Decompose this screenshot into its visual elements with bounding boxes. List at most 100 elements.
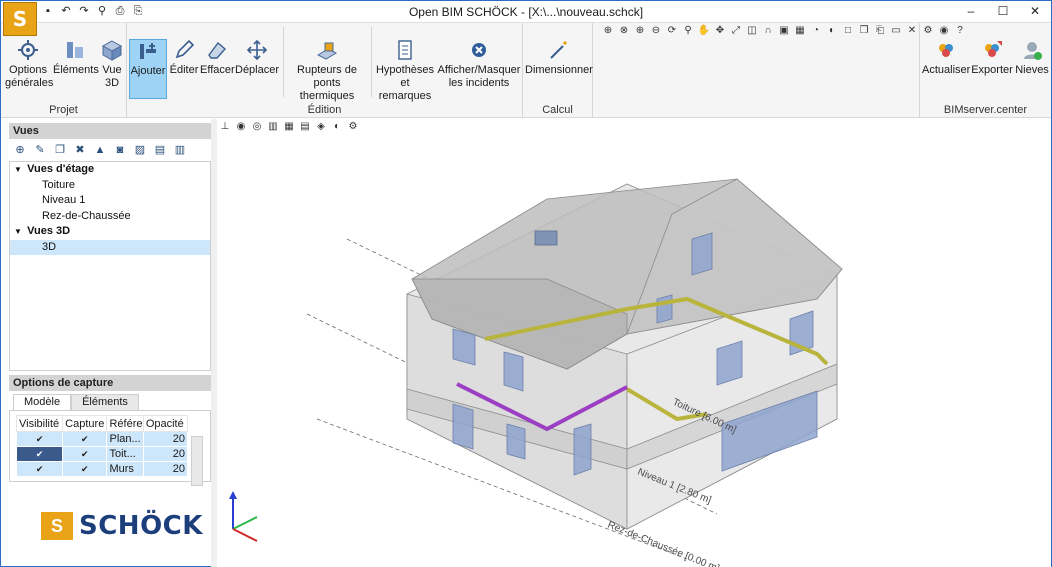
deplacer-label: Déplacer — [235, 64, 280, 76]
exporter-button[interactable]: Exporter — [970, 39, 1014, 77]
elements-button[interactable]: Éléments — [53, 39, 99, 77]
table-scrollbar[interactable] — [191, 436, 203, 486]
delete-view-icon[interactable]: ✖ — [71, 141, 89, 159]
elements-icon — [67, 42, 83, 58]
tree-item-rez-de-chaussee[interactable]: Rez-de-Chaussée — [10, 209, 210, 225]
thermal-break-icon — [316, 42, 338, 60]
column-header[interactable]: Visibilité — [15, 415, 64, 432]
nieves-label: Nieves — [1015, 64, 1049, 76]
rupteurs-button[interactable]: Rupteurs de ponts thermiques — [285, 39, 369, 103]
image-icon[interactable]: ▨ — [131, 141, 149, 159]
measure-icon[interactable]: ◔ — [809, 24, 823, 38]
copy-view-icon[interactable]: ❐ — [51, 141, 69, 159]
hypotheses-button[interactable]: Hypothèses et remarques — [373, 39, 437, 103]
pencil-icon — [175, 39, 195, 59]
camera-icon[interactable]: ◙ — [111, 141, 129, 159]
visibility-checkbox[interactable]: ✔ — [15, 461, 64, 477]
table-row[interactable]: ✔ ✔ Murs 20 — [15, 461, 189, 477]
visibility-checkbox[interactable]: ✔ — [15, 446, 64, 462]
views-tree: ▼ Vues d'étage Toiture Niveau 1 Rez-de-C… — [9, 161, 211, 371]
actualiser-button[interactable]: Actualiser — [922, 39, 970, 77]
separator — [371, 27, 372, 97]
comment-icon[interactable]: ▭ — [889, 24, 903, 38]
bim-export-icon — [985, 41, 1002, 57]
collapse-icon[interactable]: ▼ — [14, 162, 24, 178]
ribbon-group-bimserver: Actualiser Exporter Nieves BIMserver.cen… — [919, 23, 1051, 118]
magic-wand-icon — [550, 41, 567, 59]
opacity-cell[interactable]: 20 — [142, 446, 189, 462]
vue-3d-button[interactable]: Vue 3D — [99, 39, 125, 90]
pan-hand-icon[interactable]: ✋ — [697, 24, 711, 38]
magnet-icon[interactable]: ∩ — [761, 24, 775, 38]
3d-viewport[interactable]: ⊥ ◉ ◎ ▥ ▦ ▤ ◈ ◐ ⚙ Toiture [6.00 m] Nivea… — [217, 119, 1051, 567]
capture-view-icon[interactable]: ▲ — [91, 141, 109, 159]
column-header[interactable]: Opacité — [142, 415, 189, 432]
capture-checkbox[interactable]: ✔ — [62, 461, 108, 477]
tree-item-3d[interactable]: 3D — [10, 239, 210, 255]
separator — [283, 27, 284, 97]
options-generales-button[interactable]: Options générales — [5, 39, 54, 90]
title-bar: S ▪ ↶ ↷ ⚲ ⎙ ⎘ Open BIM SCHÖCK - [X:\...\… — [1, 1, 1051, 36]
capture-table: Visibilité Capture Référence Opacité ✔ ✔… — [15, 415, 189, 477]
nieves-button[interactable]: Nieves — [1014, 39, 1050, 77]
tab-elements[interactable]: Éléments — [71, 394, 139, 410]
table-row[interactable]: ✔ ✔ Plan... 20 — [15, 431, 189, 447]
table-row[interactable]: ✔ ✔ Toit... 20 — [15, 446, 189, 462]
column-header[interactable]: Référence — [106, 415, 144, 432]
zoom-icon[interactable]: ⚲ — [681, 24, 695, 38]
editer-button[interactable]: Éditer — [169, 39, 199, 77]
ribbon: ⊕ ⊗ ⊕ ⊖ ⟳ ⚲ ✋ ✥ ⤢ ◫ ∩ ▣ ▦ ◔ ◐ □ ❐ ⎗ ▭ ✕ … — [1, 23, 1051, 118]
fit-icon[interactable]: ⤢ — [729, 24, 743, 38]
tools-icon[interactable]: ✕ — [905, 24, 919, 38]
schock-brand-logo: S SCHÖCK — [41, 511, 203, 541]
tree-item-niveau-1[interactable]: Niveau 1 — [10, 193, 210, 209]
capture-checkbox[interactable]: ✔ — [62, 431, 108, 447]
eraser-icon — [208, 41, 226, 59]
tree-item-toiture[interactable]: Toiture — [10, 178, 210, 194]
tree-group-vues-etage[interactable]: ▼ Vues d'étage — [10, 162, 210, 178]
minimize-icon[interactable]: – — [955, 1, 987, 22]
zoom-all-icon[interactable]: ⊗ — [617, 24, 631, 38]
visibility-checkbox[interactable]: ✔ — [15, 431, 64, 447]
open-book-icon[interactable]: ▤ — [151, 141, 169, 159]
ribbon-group-projet-label: Projet — [49, 104, 78, 116]
screenshot-icon[interactable]: ◫ — [745, 24, 759, 38]
orbit-icon[interactable]: ◐ — [825, 24, 839, 38]
add-view-icon[interactable]: ⊕ — [11, 141, 29, 159]
actualiser-label: Actualiser — [922, 64, 971, 76]
ribbon-group-bimserver-label: BIMserver.center — [943, 104, 1028, 116]
export-icon[interactable]: ⎗ — [873, 24, 887, 38]
zoom-window-icon[interactable]: ⊕ — [601, 24, 615, 38]
grid-icon[interactable]: ▦ — [793, 24, 807, 38]
frame-icon[interactable]: □ — [841, 24, 855, 38]
move-icon[interactable]: ✥ — [713, 24, 727, 38]
tree-group-vues-3d[interactable]: ▼ Vues 3D — [10, 224, 210, 240]
effacer-button[interactable]: Effacer — [200, 39, 235, 77]
edit-view-icon[interactable]: ✎ — [31, 141, 49, 159]
redraw-icon[interactable]: ⟳ — [665, 24, 679, 38]
window-controls: – ☐ ✕ — [955, 1, 1051, 22]
column-header[interactable]: Capture — [62, 415, 108, 432]
zoom-in-icon[interactable]: ⊕ — [633, 24, 647, 38]
dimensionner-label: Dimensionner — [525, 64, 593, 76]
bim-update-icon — [939, 44, 953, 57]
app-logo-letter: S — [12, 7, 28, 31]
app-logo[interactable]: S — [3, 2, 37, 36]
options-generales-label: Options générales — [5, 64, 54, 89]
maximize-icon[interactable]: ☐ — [987, 1, 1019, 22]
collapse-icon[interactable]: ▼ — [14, 224, 24, 240]
vue-3d-label: Vue 3D — [102, 64, 122, 89]
dimensionner-button[interactable]: Dimensionner — [525, 39, 593, 77]
book-icon[interactable]: ▥ — [171, 141, 189, 159]
opacity-cell[interactable]: 20 — [142, 431, 189, 447]
layers-icon[interactable]: ▣ — [777, 24, 791, 38]
deplacer-button[interactable]: Déplacer — [235, 39, 279, 77]
zoom-out-icon[interactable]: ⊖ — [649, 24, 663, 38]
opacity-cell[interactable]: 20 — [142, 461, 189, 477]
copy-icon[interactable]: ❐ — [857, 24, 871, 38]
close-icon[interactable]: ✕ — [1019, 1, 1051, 22]
tab-modele[interactable]: Modèle — [13, 394, 72, 410]
capture-checkbox[interactable]: ✔ — [62, 446, 108, 462]
ajouter-button[interactable]: Ajouter — [129, 39, 167, 99]
afficher-masquer-button[interactable]: Afficher/Masquer les incidents — [437, 39, 521, 90]
